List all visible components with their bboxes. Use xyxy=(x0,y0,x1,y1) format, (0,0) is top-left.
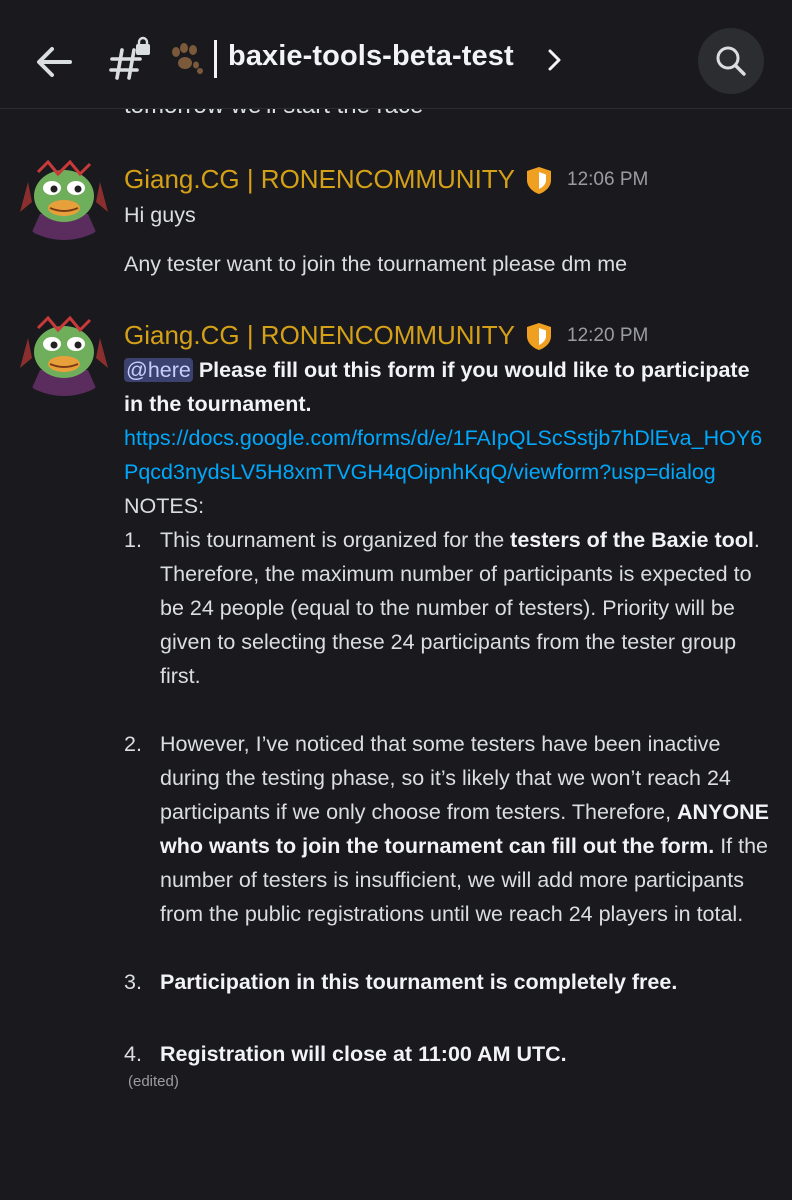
search-button[interactable] xyxy=(698,28,764,94)
channel-header: baxie-tools-beta-test xyxy=(0,0,792,109)
list-number: 1. xyxy=(124,528,142,552)
search-icon xyxy=(716,46,746,76)
avatar[interactable] xyxy=(18,152,110,244)
list-item: 3. Participation in this tournament is co… xyxy=(124,965,774,999)
message-line: Any tester want to join the tournament p… xyxy=(124,252,628,276)
note-text: However, I’ve noticed that some testers … xyxy=(160,732,731,824)
paw-emoji-icon xyxy=(172,43,203,74)
list-item: 4. Registration will close at 11:00 AM UT… xyxy=(124,1037,774,1071)
channel-title[interactable]: baxie-tools-beta-test xyxy=(228,40,514,73)
timestamp: 12:20 PM xyxy=(567,324,649,346)
list-number: 2. xyxy=(124,732,142,756)
frog-avatar-image xyxy=(18,308,110,400)
chevron-right-icon[interactable] xyxy=(544,46,564,74)
message-header: Giang.CG | RONENCOMMUNITY 12:20 PM xyxy=(124,320,648,351)
note-bold-text: Participation in this tournament is comp… xyxy=(160,970,678,994)
message-header: Giang.CG | RONENCOMMUNITY 12:06 PM xyxy=(124,164,648,195)
author-name[interactable]: Giang.CG | RONENCOMMUNITY xyxy=(124,164,515,194)
avatar[interactable] xyxy=(18,308,110,400)
message-body: @here Please fill out this form if you w… xyxy=(124,353,774,1099)
list-item: 1. This tournament is organized for the t… xyxy=(124,523,774,693)
note-bold-text: testers of the Baxie tool xyxy=(510,528,754,552)
private-channel-hash-icon xyxy=(109,36,150,80)
list-item: 2. However, I’ve noticed that some tester… xyxy=(124,727,774,931)
intro-bold-text: Please fill out this form if you would l… xyxy=(124,358,750,416)
list-number: 4. xyxy=(124,1042,142,1066)
back-arrow-icon[interactable] xyxy=(30,38,78,86)
author-name[interactable]: Giang.CG | RONENCOMMUNITY xyxy=(124,320,515,350)
timestamp: 12:06 PM xyxy=(567,168,649,190)
notes-label: NOTES: xyxy=(124,494,205,518)
role-shield-icon xyxy=(527,322,552,350)
note-text: . Therefore, the maximum number of parti… xyxy=(160,528,760,688)
message-line: Hi guys xyxy=(124,203,196,227)
title-divider xyxy=(214,40,217,78)
here-mention[interactable]: @here xyxy=(124,358,193,382)
list-number: 3. xyxy=(124,970,142,994)
frog-avatar-image xyxy=(18,152,110,244)
notes-list: 1. This tournament is organized for the t… xyxy=(124,523,774,1071)
intro-paragraph: @here Please fill out this form if you w… xyxy=(124,353,774,421)
form-link[interactable]: https://docs.google.com/forms/d/e/1FAIpQ… xyxy=(124,421,774,489)
role-shield-icon xyxy=(527,166,552,194)
note-bold-text: Registration will close at 11:00 AM UTC. xyxy=(160,1042,567,1066)
note-text: This tournament is organized for the xyxy=(160,528,511,552)
